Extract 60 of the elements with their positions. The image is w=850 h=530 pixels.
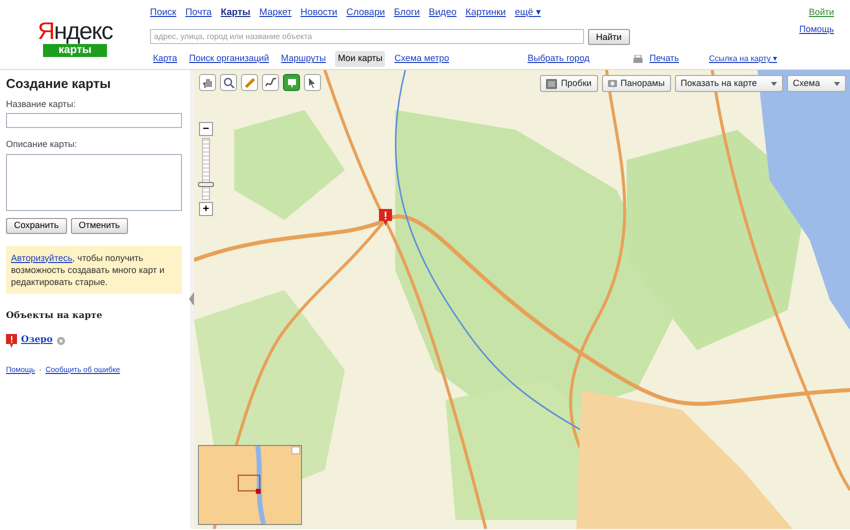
- nav-link-item[interactable]: ещё ▾: [514, 6, 541, 20]
- layer-label: Схема: [792, 76, 820, 90]
- map-link-dropdown[interactable]: Ссылка на карту ▾: [706, 52, 780, 66]
- caret-icon: [770, 82, 777, 86]
- zoom-in-button[interactable]: +: [199, 202, 213, 216]
- layer-label: Пробки: [560, 76, 592, 90]
- overview-map-drawing[interactable]: [198, 445, 302, 525]
- zoom-slider-thumb[interactable]: [198, 182, 214, 188]
- nav-link-item[interactable]: Поиск: [150, 6, 176, 20]
- camera-icon: [608, 79, 617, 88]
- object-link[interactable]: Озеро: [21, 334, 53, 348]
- section-tab[interactable]: Мои карты: [334, 51, 386, 67]
- nav-link-item[interactable]: Маркет: [259, 6, 292, 20]
- layer-dropdown[interactable]: Схема: [786, 75, 846, 92]
- layer-button[interactable]: Пробки: [540, 75, 598, 92]
- caret-icon: [834, 82, 840, 86]
- print-link[interactable]: Печать: [646, 51, 682, 67]
- search-field[interactable]: адрес, улица, город или название объекта: [150, 29, 584, 44]
- find-button[interactable]: Найти: [588, 29, 630, 46]
- layer-button[interactable]: Панорамы: [602, 75, 671, 92]
- nav-link-item[interactable]: Видео: [428, 6, 457, 20]
- layer-label: Панорамы: [620, 76, 665, 90]
- login-link[interactable]: Войти: [808, 6, 834, 20]
- section-tab[interactable]: Схема метро: [391, 51, 452, 67]
- notice-text: Авторизуйтесь, чтобы получить возможность создавать много карт и редактировать старые.: [6, 246, 182, 294]
- route-icon-button[interactable]: [262, 74, 279, 91]
- authorize-link[interactable]: Авторизуйтесь: [11, 252, 72, 263]
- ruler-icon: [242, 76, 256, 90]
- nav-link-item[interactable]: Картинки: [466, 6, 506, 20]
- sidebar-title: Создание карты: [6, 76, 112, 92]
- magnifier-icon-button[interactable]: [220, 74, 237, 91]
- section-heading: Объекты на карте: [6, 310, 104, 324]
- zoom-out-button[interactable]: −: [199, 122, 213, 136]
- nav-link-item[interactable]: Блоги: [394, 6, 420, 20]
- nav-link-item[interactable]: Словари: [346, 6, 385, 20]
- layer-label: Показать на карте: [680, 76, 757, 90]
- help-link[interactable]: Помощь: [799, 22, 834, 36]
- textarea-field[interactable]: [6, 154, 182, 211]
- nav-link-item[interactable]: Почта: [185, 6, 212, 20]
- section-tab[interactable]: Поиск организаций: [186, 51, 272, 67]
- nav-link-item[interactable]: Карты: [220, 6, 250, 20]
- field-label: Описание карты:: [6, 138, 78, 152]
- cancel-button[interactable]: Отменить: [70, 218, 128, 234]
- choose-city-link[interactable]: Выбрать город: [524, 51, 592, 67]
- magnifier-icon: [222, 76, 236, 90]
- traffic-icon: [546, 78, 557, 88]
- section-tab[interactable]: Маршруты: [278, 51, 329, 67]
- printer-icon[interactable]: [632, 54, 642, 64]
- logo[interactable]: Яндекс: [38, 20, 112, 44]
- pointer-icon-button[interactable]: [304, 74, 321, 91]
- collapse-arrow-icon[interactable]: [189, 292, 194, 306]
- map-marker-icon[interactable]: [379, 209, 392, 226]
- layer-dropdown[interactable]: Показать на карте: [674, 75, 783, 92]
- nav-link-item[interactable]: Новости: [300, 6, 338, 20]
- save-button[interactable]: Сохранить: [6, 218, 67, 234]
- field-label: Название карты:: [6, 98, 77, 111]
- section-tab[interactable]: Карта: [150, 51, 180, 67]
- delete-icon[interactable]: [56, 336, 65, 345]
- service-label: карты: [43, 44, 107, 57]
- input-field[interactable]: [6, 113, 182, 128]
